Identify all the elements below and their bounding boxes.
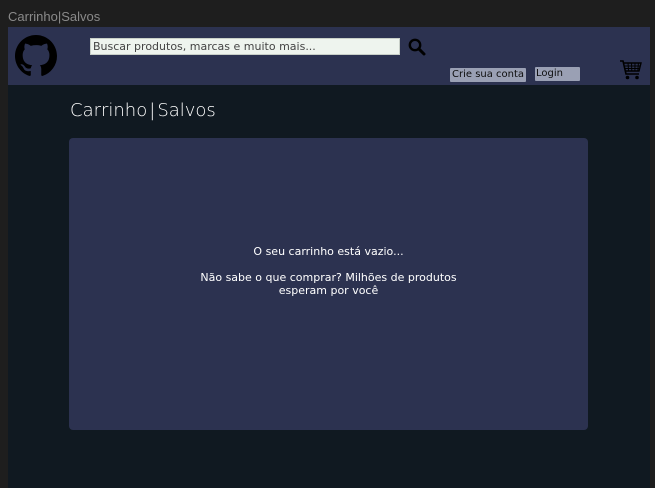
search-input[interactable]: [90, 38, 400, 55]
shopping-cart-icon[interactable]: [619, 58, 643, 82]
github-icon[interactable]: [15, 35, 57, 77]
signup-button[interactable]: Crie sua conta: [450, 68, 527, 82]
empty-cart-suggestion: Não sabe o que comprar? Milhões de produ…: [200, 271, 457, 297]
tab-cart[interactable]: Carrinho: [70, 100, 147, 121]
empty-cart-message: O seu carrinho está vazio...: [253, 245, 404, 258]
login-button[interactable]: Login: [535, 67, 580, 81]
app-window: Crie sua conta Login Carrinho|Salvos O s…: [8, 27, 650, 488]
title-separator: |: [149, 100, 156, 121]
tab-saved[interactable]: Salvos: [157, 100, 216, 121]
page-title: Carrinho | Salvos: [70, 100, 216, 121]
window-title: Carrinho|Salvos: [8, 9, 101, 24]
cart-panel: O seu carrinho está vazio... Não sabe o …: [69, 138, 588, 430]
search-icon[interactable]: [407, 37, 427, 57]
header-bar: Crie sua conta Login: [8, 27, 650, 85]
